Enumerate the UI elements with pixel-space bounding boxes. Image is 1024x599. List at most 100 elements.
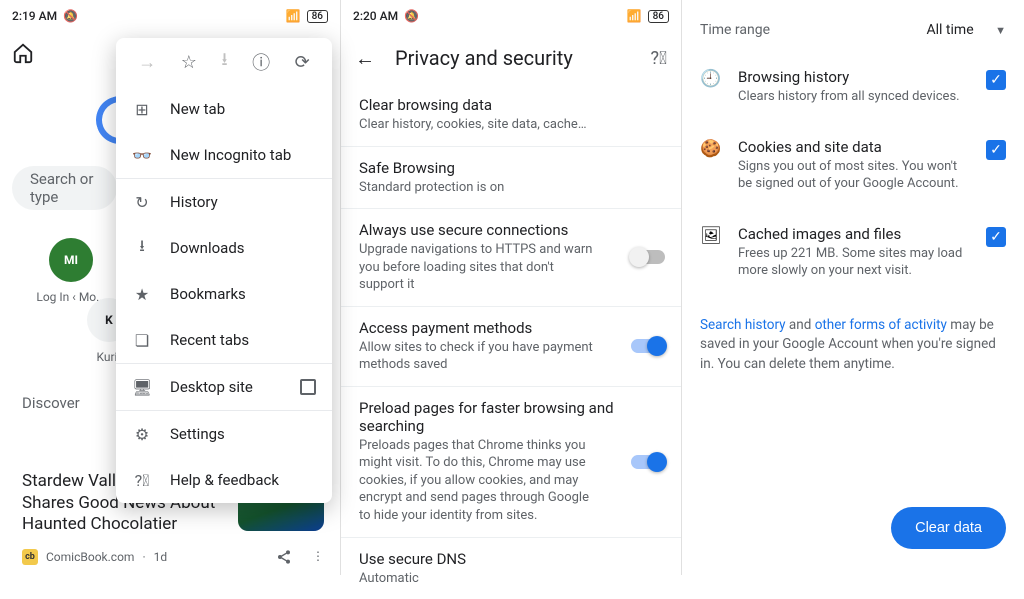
option-desc: Clears history from all synced devices. (738, 88, 970, 106)
cookie-icon: 🍪 (700, 139, 722, 193)
setting-subtitle: Standard protection is on (359, 179, 599, 197)
time-range-selector[interactable]: Time range All time ▼ (700, 8, 1006, 52)
status-time: 2:19 AM (12, 9, 57, 23)
setting-subtitle: Clear history, cookies, site data, cache… (359, 116, 599, 134)
search-input[interactable]: Search or type (12, 166, 117, 210)
article-source: ComicBook.com (46, 550, 134, 564)
search-placeholder: Search or type (30, 170, 117, 206)
setting-subtitle: Allow sites to check if you have payment… (359, 339, 599, 374)
help-icon: ?⃝ (132, 471, 152, 490)
clear-option-cache[interactable]: 🖼 Cached images and files Frees up 221 M… (700, 209, 1006, 296)
menu-label: New tab (170, 100, 225, 118)
menu-label: Settings (170, 425, 225, 443)
info-icon[interactable]: ⓘ (252, 49, 270, 75)
plus-box-icon: ⊞ (132, 100, 152, 119)
chevron-down-icon: ▼ (995, 24, 1006, 37)
source-badge-icon: cb (22, 549, 38, 565)
setting-preload-pages[interactable]: Preload pages for faster browsing and se… (341, 387, 681, 538)
setting-secure-connections[interactable]: Always use secure connections Upgrade na… (341, 209, 681, 307)
menu-label: Recent tabs (170, 331, 249, 349)
option-desc: Frees up 221 MB. Some sites may load mor… (738, 245, 970, 280)
signal-icon: 📶 (286, 9, 301, 23)
history-icon: ↻ (132, 193, 152, 212)
gear-icon: ⚙ (132, 425, 152, 444)
toggle-on[interactable] (631, 455, 665, 469)
option-desc: Signs you out of most sites. You won't b… (738, 158, 970, 193)
status-bar: 2:19 AM 🔕 📶 86 (0, 0, 340, 32)
menu-label: History (170, 193, 218, 211)
incognito-icon: 👓 (132, 146, 152, 165)
toggle-on[interactable] (631, 339, 665, 353)
setting-safe-browsing[interactable]: Safe Browsing Standard protection is on (341, 147, 681, 210)
share-icon[interactable] (276, 549, 292, 565)
setting-subtitle: Preloads pages that Chrome thinks you mi… (359, 437, 599, 525)
mute-icon: 🔕 (404, 9, 419, 23)
bookmark-icon: ★ (132, 285, 152, 304)
setting-title: Clear browsing data (359, 96, 663, 114)
toggle-off[interactable] (631, 250, 665, 264)
search-history-link[interactable]: Search history (700, 317, 786, 333)
checkbox-checked[interactable]: ✓ (986, 227, 1006, 247)
other-activity-link[interactable]: other forms of activity (815, 317, 947, 333)
tabs-icon: ❏ (132, 331, 152, 350)
setting-title: Safe Browsing (359, 159, 663, 177)
clear-data-button[interactable]: Clear data (891, 507, 1006, 549)
battery-indicator: 86 (307, 10, 328, 23)
checkbox-unchecked-icon[interactable] (300, 379, 316, 395)
time-range-label: Time range (700, 22, 770, 38)
status-time: 2:20 AM (353, 9, 398, 23)
setting-title: Preload pages for faster browsing and se… (359, 399, 663, 435)
clock-icon: 🕘 (700, 69, 722, 106)
download-icon: ⭳ (132, 235, 152, 262)
menu-recent-tabs[interactable]: ❏ Recent tabs (116, 317, 332, 363)
menu-downloads[interactable]: ⭳ Downloads (116, 225, 332, 271)
menu-history[interactable]: ↻ History (116, 179, 332, 225)
forward-icon[interactable]: → (138, 52, 156, 73)
battery-indicator: 86 (648, 10, 669, 23)
menu-help[interactable]: ?⃝ Help & feedback (116, 457, 332, 503)
page-title: Privacy and security (395, 46, 631, 70)
clear-option-cookies[interactable]: 🍪 Cookies and site data Signs you out of… (700, 122, 1006, 209)
option-title: Cookies and site data (738, 138, 970, 156)
setting-payment-methods[interactable]: Access payment methods Allow sites to ch… (341, 307, 681, 387)
setting-subtitle: Upgrade navigations to HTTPS and warn yo… (359, 241, 599, 294)
menu-new-tab[interactable]: ⊞ New tab (116, 86, 332, 132)
option-title: Browsing history (738, 68, 970, 86)
article-age: 1d (154, 550, 168, 564)
setting-title: Use secure DNS (359, 550, 663, 568)
option-title: Cached images and files (738, 225, 970, 243)
menu-desktop-site[interactable]: 🖥 Desktop site (116, 364, 332, 410)
time-range-value: All time (927, 22, 974, 38)
download-icon[interactable]: ⭳ (221, 47, 227, 77)
image-icon: 🖼 (700, 226, 722, 280)
menu-label: New Incognito tab (170, 146, 291, 164)
clear-option-history[interactable]: 🕘 Browsing history Clears history from a… (700, 52, 1006, 122)
signal-icon: 📶 (627, 9, 642, 23)
tile-icon: MI (49, 238, 93, 282)
more-icon[interactable]: ⋮ (312, 549, 324, 565)
star-icon[interactable]: ☆ (181, 52, 197, 73)
checkbox-checked[interactable]: ✓ (986, 70, 1006, 90)
desktop-icon: 🖥 (132, 378, 152, 397)
mute-icon: 🔕 (63, 9, 78, 23)
menu-label: Desktop site (170, 378, 253, 396)
note-text: and (786, 317, 815, 333)
menu-bookmarks[interactable]: ★ Bookmarks (116, 271, 332, 317)
checkbox-checked[interactable]: ✓ (986, 140, 1006, 160)
status-bar: 2:20 AM 🔕 📶 86 (341, 0, 681, 32)
setting-clear-browsing[interactable]: Clear browsing data Clear history, cooki… (341, 84, 681, 147)
setting-title: Access payment methods (359, 319, 663, 337)
menu-label: Bookmarks (170, 285, 246, 303)
menu-settings[interactable]: ⚙ Settings (116, 411, 332, 457)
setting-subtitle: Automatic (359, 570, 599, 588)
setting-title: Always use secure connections (359, 221, 663, 239)
refresh-icon[interactable]: ⟳ (295, 52, 310, 73)
menu-label: Help & feedback (170, 471, 279, 489)
menu-new-incognito[interactable]: 👓 New Incognito tab (116, 132, 332, 178)
footer-note: Search history and other forms of activi… (700, 316, 1006, 375)
setting-secure-dns[interactable]: Use secure DNS Automatic (341, 538, 681, 599)
menu-label: Downloads (170, 239, 245, 257)
help-icon[interactable]: ?⃝ (651, 48, 668, 69)
back-icon[interactable]: ← (355, 46, 375, 71)
overflow-menu: → ☆ ⭳ ⓘ ⟳ ⊞ New tab 👓 New Incognito tab … (116, 38, 332, 503)
